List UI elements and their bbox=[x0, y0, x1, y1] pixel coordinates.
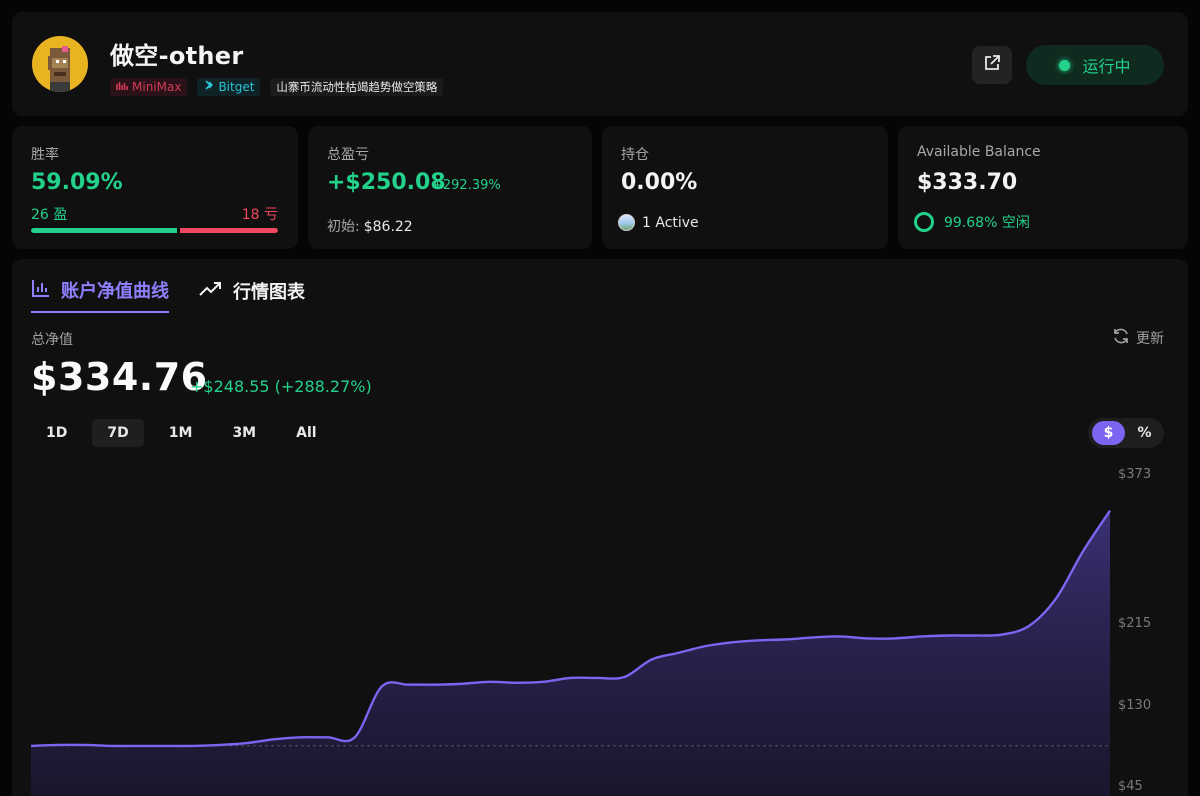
idle-label: 99.68% 空闲 bbox=[944, 215, 1030, 231]
position-card: 持仓 0.00% 1 Active bbox=[602, 126, 888, 249]
active-label: 1 Active bbox=[642, 214, 699, 231]
balance-label: Available Balance bbox=[917, 144, 1041, 160]
winrate-label: 胜率 bbox=[31, 147, 59, 163]
unit-percent-toggle[interactable]: % bbox=[1129, 421, 1160, 445]
unit-dollar-toggle[interactable]: $ bbox=[1092, 421, 1125, 445]
y-tick-label: $373 bbox=[1118, 467, 1151, 482]
total-nav-value: $334.76 bbox=[31, 355, 208, 399]
exchange-tag: Bitget bbox=[197, 78, 261, 96]
equity-chart-card: 账户净值曲线 行情图表 总净值 更新 $334.76 +$248.55 (+28… bbox=[12, 259, 1188, 796]
bitget-logo-icon bbox=[203, 78, 214, 96]
position-label: 持仓 bbox=[621, 147, 649, 163]
status-label: 运行中 bbox=[1082, 57, 1131, 76]
balance-value: $333.70 bbox=[917, 170, 1018, 195]
model-tag-label: MiniMax bbox=[132, 80, 182, 94]
equity-area bbox=[31, 510, 1110, 796]
y-tick-label: $130 bbox=[1118, 698, 1151, 713]
range-1d[interactable]: 1D bbox=[31, 419, 82, 447]
range-all[interactable]: All bbox=[281, 419, 331, 447]
y-tick-label: $45 bbox=[1118, 779, 1143, 794]
tab-equity-curve[interactable]: 账户净值曲线 bbox=[31, 277, 169, 313]
range-selector: 1D 7D 1M 3M All bbox=[31, 419, 332, 447]
bar-chart-icon bbox=[31, 278, 51, 303]
pnl-label: 总盈亏 bbox=[327, 147, 369, 163]
bot-header-card: 做空-other MiniMax Bitget 山寨币流动性枯竭趋势做空策略 运… bbox=[12, 12, 1188, 116]
total-nav-label: 总净值 bbox=[31, 332, 73, 348]
tab-equity-curve-label: 账户净值曲线 bbox=[61, 281, 169, 302]
unit-toggle: $ % bbox=[1088, 418, 1164, 448]
loss-segment bbox=[179, 228, 278, 233]
active-positions[interactable]: 1 Active bbox=[618, 214, 699, 231]
nav-change: +$248.55 (+288.27%) bbox=[190, 377, 372, 396]
refresh-button[interactable]: 更新 bbox=[1112, 327, 1164, 349]
initial-label: 初始: bbox=[327, 219, 360, 235]
range-3m[interactable]: 3M bbox=[217, 419, 271, 447]
win-segment bbox=[31, 228, 177, 233]
bot-name: 做空-other bbox=[110, 42, 244, 70]
equity-curve-chart: $373 $215 $130 $45 bbox=[30, 467, 1151, 796]
win-loss-bar bbox=[31, 228, 278, 233]
losses-count: 18 亏 bbox=[241, 207, 278, 223]
external-link-icon bbox=[983, 54, 1001, 76]
refresh-icon bbox=[1112, 327, 1130, 349]
minimax-logo-icon bbox=[116, 78, 128, 96]
balance-card: Available Balance $333.70 99.68% 空闲 bbox=[898, 126, 1188, 249]
initial-value: $86.22 bbox=[363, 219, 413, 235]
idle-ring-icon bbox=[914, 212, 934, 232]
trend-up-icon bbox=[199, 280, 223, 303]
open-external-button[interactable] bbox=[972, 46, 1012, 84]
range-1m[interactable]: 1M bbox=[154, 419, 208, 447]
initial-capital: 初始: $86.22 bbox=[327, 216, 413, 236]
bot-avatar bbox=[32, 36, 88, 92]
refresh-label: 更新 bbox=[1136, 331, 1164, 347]
chart-tabs: 账户净值曲线 行情图表 bbox=[31, 277, 305, 313]
pnl-value: +$250.08 bbox=[327, 170, 446, 195]
pnl-percent: +292.39% bbox=[432, 178, 501, 193]
winrate-value: 59.09% bbox=[31, 170, 123, 195]
wins-count: 26 盈 bbox=[31, 207, 68, 223]
position-value: 0.00% bbox=[621, 170, 698, 195]
winrate-card: 胜率 59.09% 26 盈 18 亏 bbox=[12, 126, 298, 249]
position-avatar-icon bbox=[618, 214, 635, 231]
tab-market-chart[interactable]: 行情图表 bbox=[199, 277, 305, 313]
y-tick-label: $215 bbox=[1118, 616, 1151, 631]
bot-tags: MiniMax Bitget 山寨币流动性枯竭趋势做空策略 bbox=[110, 78, 444, 96]
status-dot-icon bbox=[1059, 59, 1071, 71]
tab-market-chart-label: 行情图表 bbox=[233, 282, 305, 303]
exchange-tag-label: Bitget bbox=[218, 80, 255, 94]
running-status-button[interactable]: 运行中 bbox=[1026, 45, 1164, 85]
model-tag: MiniMax bbox=[110, 78, 188, 96]
total-pnl-card: 总盈亏 +$250.08 +292.39% 初始: $86.22 bbox=[308, 126, 592, 249]
idle-ratio: 99.68% 空闲 bbox=[914, 212, 1030, 232]
strategy-tag: 山寨币流动性枯竭趋势做空策略 bbox=[270, 78, 444, 96]
range-7d[interactable]: 7D bbox=[92, 419, 144, 447]
